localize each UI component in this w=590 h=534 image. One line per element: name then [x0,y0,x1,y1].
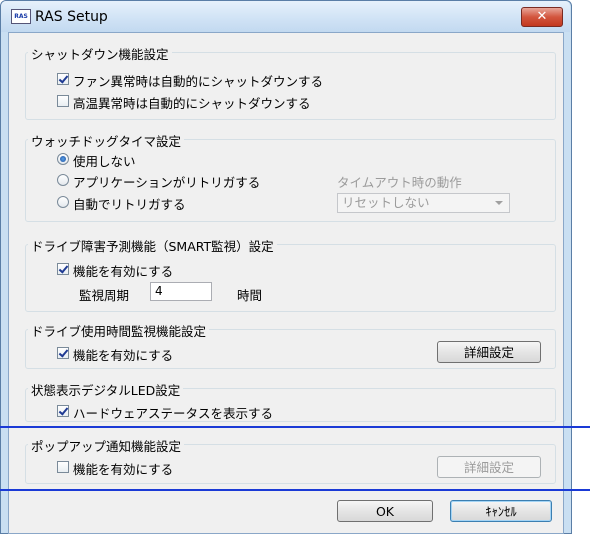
watchdog-option-app-label[interactable]: アプリケーションがリトリガする [73,172,260,191]
watchdog-option-auto-radio[interactable] [57,196,69,208]
window-title: RAS Setup [35,9,108,25]
timeout-action-value: リセットしない [342,195,430,210]
fan-shutdown-label[interactable]: ファン異常時は自動的にシャットダウンする [73,71,323,90]
drive-time-enable-checkbox[interactable] [57,347,69,359]
timeout-action-select[interactable]: リセットしない [337,193,510,213]
cancel-button[interactable]: ｷｬﾝｾﾙ [450,500,552,522]
temp-shutdown-label[interactable]: 高温異常時は自動的にシャットダウンする [73,93,311,112]
watchdog-option-none-label[interactable]: 使用しない [73,151,136,170]
highlight-line-bottom [0,489,590,491]
temp-shutdown-checkbox[interactable] [57,95,69,107]
smart-group-title: ドライブ障害予測機能（SMART監視）設定 [28,236,277,255]
highlight-line-top [0,426,590,428]
popup-enable-checkbox[interactable] [57,461,69,473]
ok-button[interactable]: OK [337,500,433,522]
close-icon: ✕ [536,9,548,24]
close-button[interactable]: ✕ [521,7,563,27]
watchdog-option-auto-label[interactable]: 自動でリトリガする [73,194,186,213]
watchdog-group-title: ウォッチドッグタイマ設定 [28,131,185,150]
drive-time-detail-button[interactable]: 詳細設定 [437,341,541,363]
popup-enable-label[interactable]: 機能を有効にする [73,459,173,478]
timeout-action-label: タイムアウト時の動作 [337,175,462,190]
led-hw-status-label[interactable]: ハードウェアステータスを表示する [73,403,273,422]
monitor-period-label: 監視周期 [79,288,130,303]
monitor-period-unit: 時間 [237,288,263,303]
watchdog-option-none-radio[interactable] [57,153,69,165]
title-bar[interactable]: RAS RAS Setup ✕ [1,1,570,32]
shutdown-group-title: シャットダウン機能設定 [28,44,172,63]
dialog-client: シャットダウン機能設定 ファン異常時は自動的にシャットダウンする 高温異常時は自… [8,32,564,534]
chevron-down-icon [495,201,503,205]
smart-enable-checkbox[interactable] [57,263,69,275]
watchdog-option-app-radio[interactable] [57,174,69,186]
smart-enable-label[interactable]: 機能を有効にする [73,261,173,280]
led-group-title: 状態表示デジタルLED設定 [28,380,184,399]
monitor-period-input[interactable]: 4 [150,282,212,301]
led-hw-status-checkbox[interactable] [57,405,69,417]
drive-time-enable-label[interactable]: 機能を有効にする [73,345,173,364]
popup-detail-button[interactable]: 詳細設定 [437,456,541,478]
drive-time-group-title: ドライブ使用時間監視機能設定 [28,321,210,340]
fan-shutdown-checkbox[interactable] [57,73,69,85]
app-icon: RAS [11,9,31,24]
popup-group-title: ポップアップ通知機能設定 [28,436,185,455]
